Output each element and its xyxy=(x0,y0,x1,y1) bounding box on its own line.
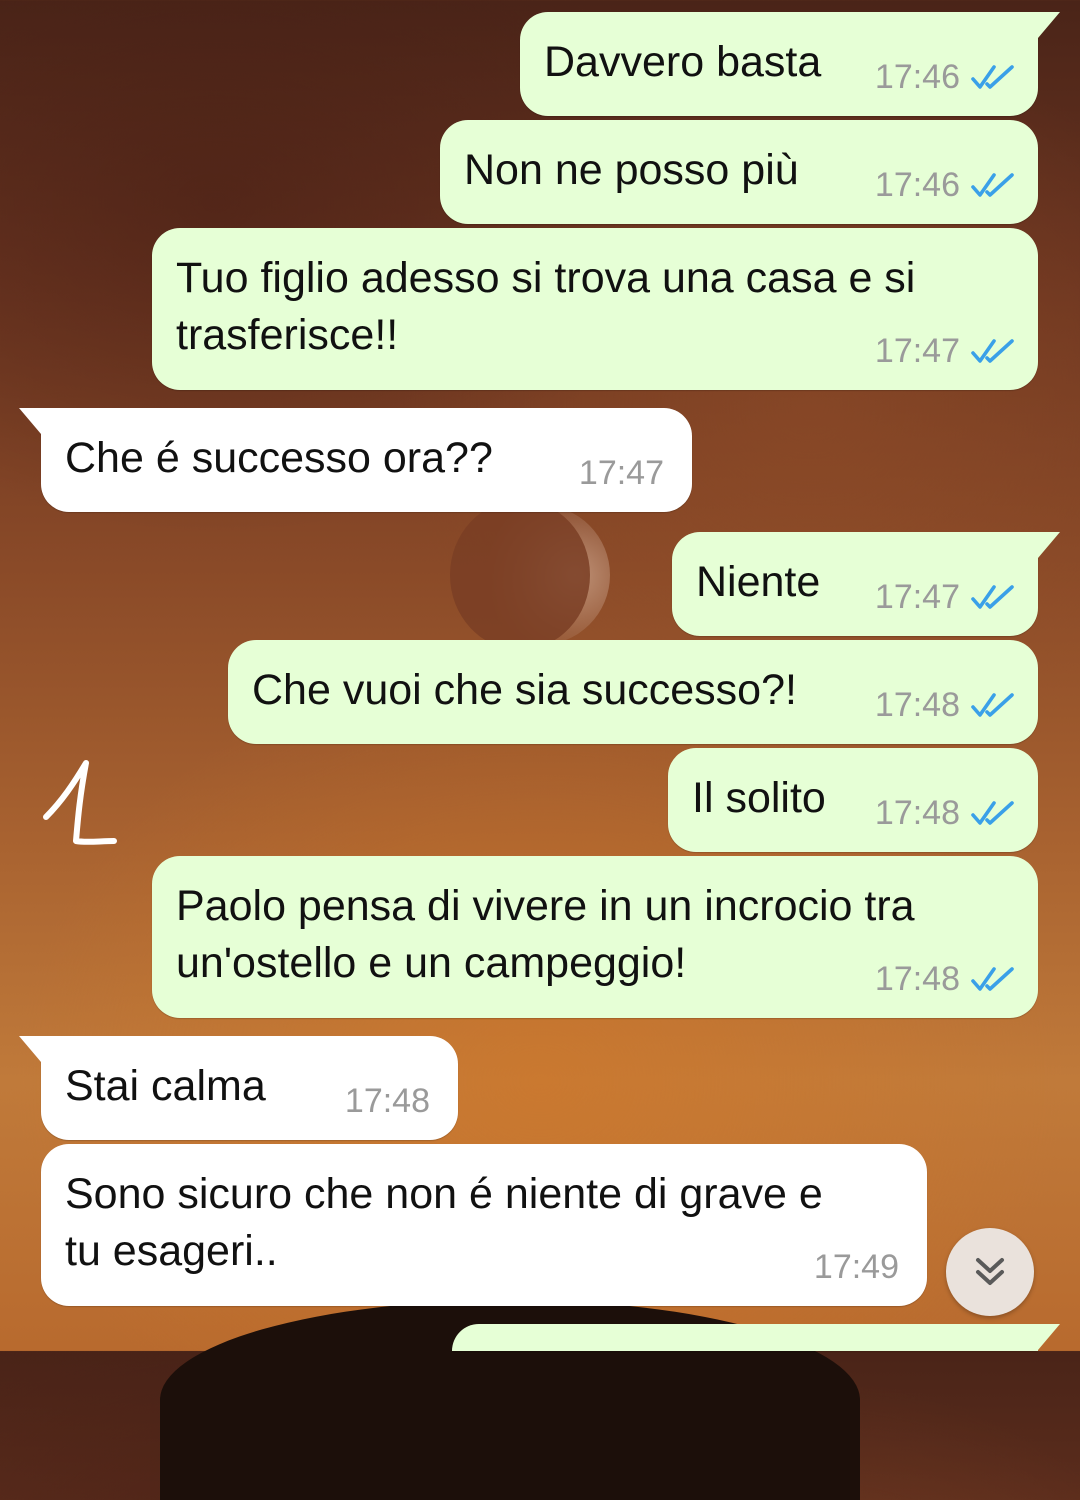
message-time: 17:46 xyxy=(874,166,960,204)
message-meta: 17:48 xyxy=(875,686,1016,724)
outgoing-message[interactable]: Non ne posso più 17:46 xyxy=(440,120,1038,224)
incoming-message[interactable]: Che é successo ora?? 17:47 xyxy=(19,408,692,512)
message-meta: 17:47 xyxy=(875,332,1016,370)
wallpaper-moon-shadow xyxy=(450,500,590,650)
message-meta: 17:46 xyxy=(875,166,1016,204)
message-text: Che é successo ora?? xyxy=(65,434,493,482)
outgoing-message[interactable]: Che vuoi che sia successo?! 17:48 xyxy=(228,640,1038,744)
message-meta: 17:49 xyxy=(814,1248,899,1286)
message-meta: 17:47 xyxy=(579,454,664,492)
message-meta: 17:47 xyxy=(875,578,1016,616)
double-check-icon xyxy=(971,967,1014,991)
message-time: 17:48 xyxy=(874,686,960,724)
double-check-icon xyxy=(971,65,1014,89)
double-chevron-down-icon xyxy=(976,1258,1004,1285)
double-check-icon xyxy=(971,339,1014,363)
message-text: Davvero basta xyxy=(544,38,822,86)
double-check-icon xyxy=(971,173,1014,197)
message-meta: 17:48 xyxy=(875,794,1016,832)
message-text: Il solito xyxy=(692,774,826,822)
outgoing-message[interactable]: Niente 17:47 xyxy=(672,532,1060,636)
outgoing-message[interactable]: Tuo figlio adesso si trova una casa e si… xyxy=(152,228,1038,390)
message-time: 17:47 xyxy=(874,578,960,616)
message-text: Tuo figlio adesso si trova una casa e si… xyxy=(176,254,916,359)
message-text: Stai calma xyxy=(65,1062,266,1110)
double-check-icon xyxy=(971,693,1014,717)
message-text: Non ne posso più xyxy=(464,146,799,194)
outgoing-message[interactable]: Il solito 17:48 xyxy=(668,748,1038,852)
message-time: 17:47 xyxy=(874,332,960,370)
message-text: Sono sicuro che non é niente di grave e … xyxy=(65,1170,823,1275)
message-meta: 17:48 xyxy=(875,960,1016,998)
double-check-icon xyxy=(971,585,1014,609)
outgoing-message[interactable]: Paolo pensa di vivere in un incrocio tra… xyxy=(152,856,1038,1018)
message-time: 17:48 xyxy=(874,960,960,998)
message-meta: 17:46 xyxy=(875,58,1016,96)
incoming-message[interactable]: Stai calma 17:48 xyxy=(19,1036,458,1140)
message-time: 17:49 xyxy=(813,1248,899,1286)
message-time: 17:48 xyxy=(344,1082,430,1120)
outgoing-message[interactable]: Davvero basta 17:46 xyxy=(520,12,1060,116)
message-text: Niente xyxy=(696,558,821,606)
message-time: 17:48 xyxy=(874,794,960,832)
message-text: Che vuoi che sia successo?! xyxy=(252,666,797,714)
message-meta: 17:48 xyxy=(345,1082,430,1120)
double-check-icon xyxy=(971,801,1014,825)
message-text: Paolo pensa di vivere in un incrocio tra… xyxy=(176,882,915,987)
incoming-message[interactable]: Sono sicuro che non é niente di grave e … xyxy=(41,1144,927,1306)
scroll-to-bottom-button[interactable] xyxy=(946,1228,1034,1316)
outgoing-message-partial[interactable] xyxy=(452,1324,1060,1351)
handwritten-annotation-1 xyxy=(43,760,117,845)
message-time: 17:47 xyxy=(578,454,664,492)
message-time: 17:46 xyxy=(874,58,960,96)
